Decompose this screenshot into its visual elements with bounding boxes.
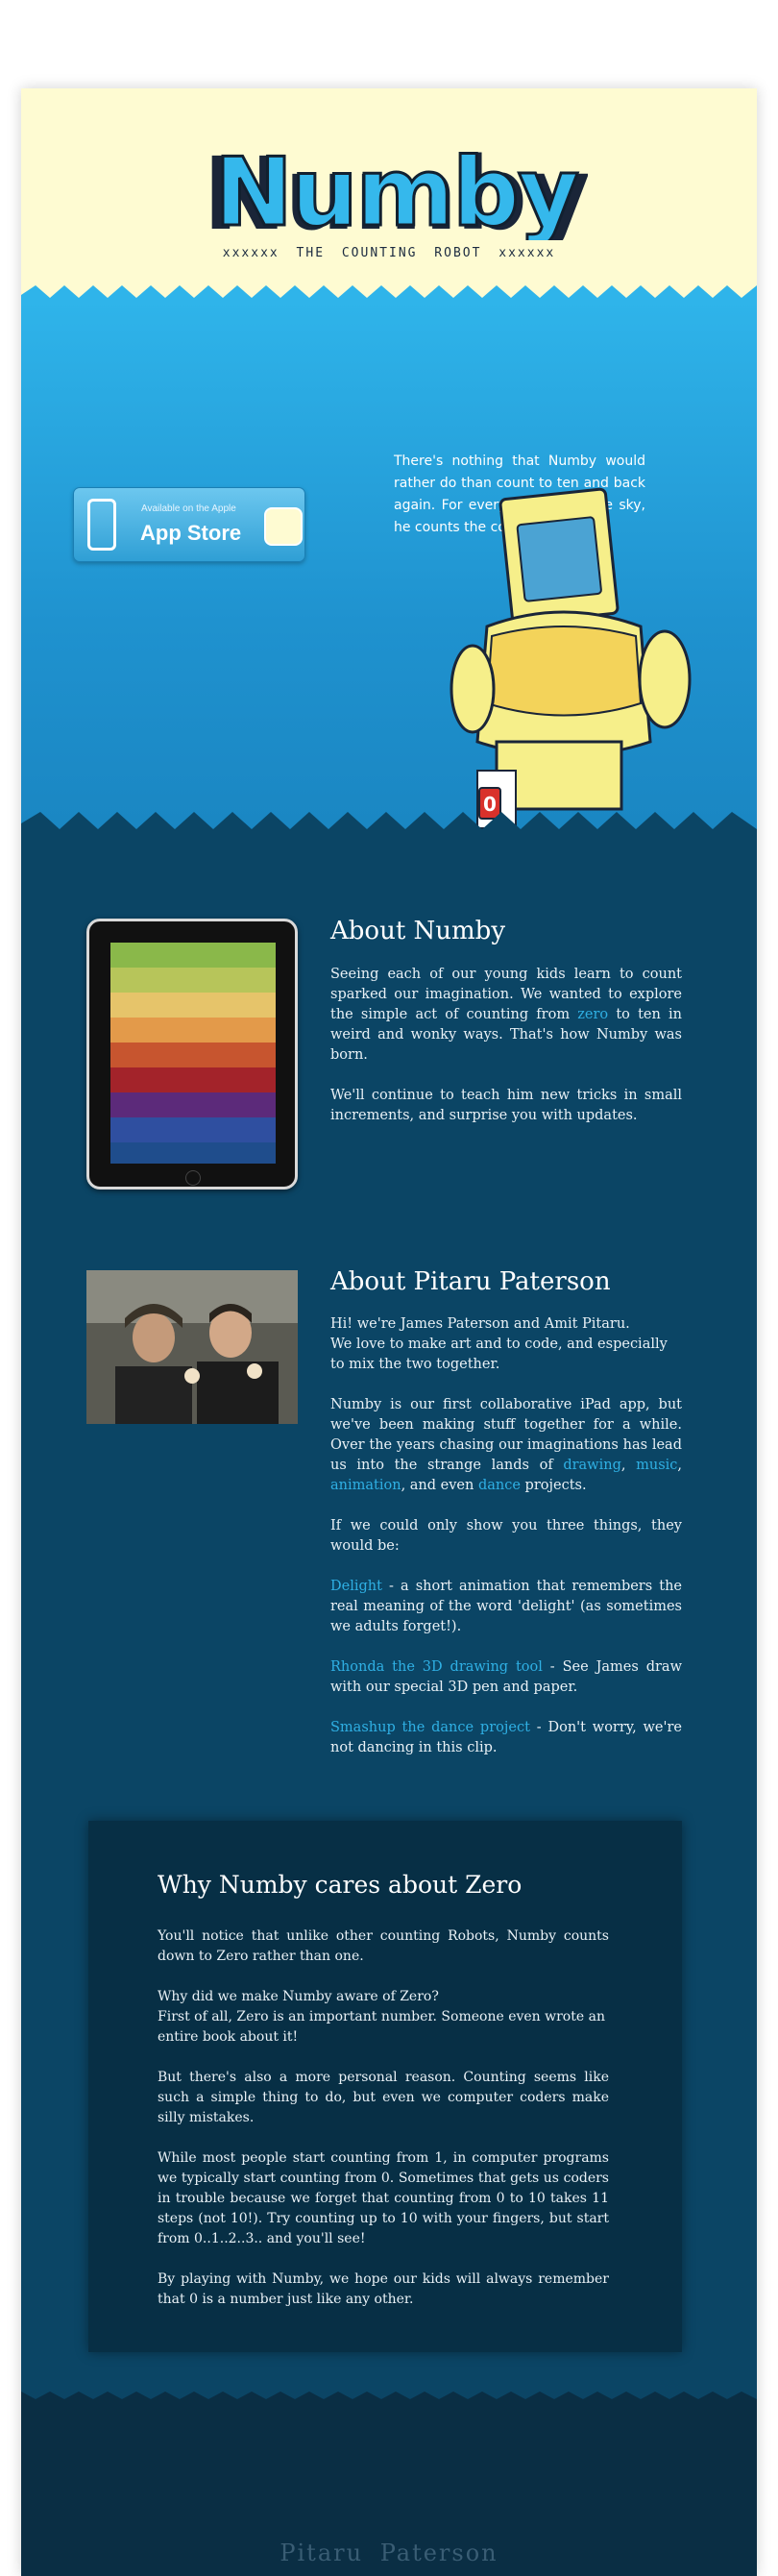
separator: , bbox=[677, 1458, 683, 1473]
photo-placeholder bbox=[86, 1270, 298, 1424]
about-numby-p2: We'll continue to teach him new tricks i… bbox=[330, 1088, 682, 1123]
app-store-label: App Store bbox=[140, 521, 242, 545]
ipad-screenshot bbox=[86, 919, 298, 1190]
about-numby-title: About Numby bbox=[330, 917, 506, 945]
drawing-link[interactable]: drawing bbox=[563, 1458, 621, 1473]
tagline: xxxxxx THE COUNTING ROBOT xxxxxx bbox=[222, 246, 556, 260]
why-zero-title: Why Numby cares about Zero bbox=[158, 1871, 523, 1899]
zigzag-divider-footer bbox=[21, 2380, 757, 2403]
zero-p3: But there's also a more personal reason.… bbox=[158, 2070, 609, 2125]
about-pp-p1a: Hi! we're James Paterson and Amit Pitaru… bbox=[330, 1316, 630, 1332]
about-pp-p1b: We love to make art and to code, and esp… bbox=[330, 1337, 668, 1372]
pitaru-paterson-photo bbox=[86, 1270, 298, 1424]
zigzag-divider-bottom bbox=[21, 812, 757, 839]
footer-text[interactable]: Pitaru Paterson bbox=[21, 2539, 757, 2566]
ipad-screen bbox=[110, 943, 276, 1164]
ipad-home-button bbox=[185, 1170, 201, 1186]
why-zero-text: You'll notice that unlike other counting… bbox=[158, 1926, 609, 2330]
footer: Pitaru Paterson bbox=[21, 2380, 757, 2576]
separator: , bbox=[620, 1458, 637, 1473]
iphone-icon bbox=[87, 499, 116, 551]
main-content: About Numby Seeing each of our young kid… bbox=[21, 838, 757, 2471]
zero-p4: While most people start counting from 1,… bbox=[158, 2150, 609, 2246]
about-pp-text: Hi! we're James Paterson and Amit Pitaru… bbox=[330, 1314, 682, 1779]
header: Numby Numby xxxxxx THE COUNTING ROBOT xx… bbox=[21, 88, 757, 310]
animation-link[interactable]: animation bbox=[330, 1478, 401, 1493]
zero-p2b: First of all, Zero is an important numbe… bbox=[158, 2009, 605, 2045]
smashup-link[interactable]: Smashup the dance project bbox=[330, 1720, 530, 1735]
about-pp-p3: If we could only show you three things, … bbox=[330, 1518, 682, 1554]
rhonda-link[interactable]: Rhonda the 3D drawing tool bbox=[330, 1659, 543, 1675]
zero-p1: You'll notice that unlike other counting… bbox=[158, 1928, 609, 1964]
dance-link[interactable]: dance bbox=[478, 1478, 521, 1493]
numby-robot-illustration: 0 bbox=[450, 487, 692, 829]
delight-link[interactable]: Delight bbox=[330, 1579, 382, 1594]
numby-app-icon bbox=[264, 507, 303, 546]
music-link[interactable]: music bbox=[636, 1458, 677, 1473]
about-pp-p2b: projects. bbox=[520, 1478, 587, 1493]
app-store-button[interactable]: Available on the Apple App Store bbox=[73, 487, 305, 562]
zero-p5: By playing with Numby, we hope our kids … bbox=[158, 2271, 609, 2307]
delight-desc: - a short animation that remembers the r… bbox=[330, 1579, 682, 1634]
zero-link[interactable]: zero bbox=[577, 1007, 608, 1022]
zero-p2a: Why did we make Numby aware of Zero? bbox=[158, 1989, 439, 2004]
hero: There's nothing that Numby would rather … bbox=[21, 300, 757, 839]
numby-logo[interactable]: Numby Numby bbox=[204, 144, 588, 240]
logo-text: Numby bbox=[214, 144, 578, 240]
page: Numby Numby xxxxxx THE COUNTING ROBOT xx… bbox=[21, 88, 757, 2576]
why-zero-box: Why Numby cares about Zero You'll notice… bbox=[88, 1821, 682, 2352]
app-store-small-label: Available on the Apple bbox=[141, 503, 236, 514]
about-pp-title: About Pitaru Paterson bbox=[330, 1267, 611, 1296]
separator: , and even bbox=[401, 1478, 478, 1493]
about-numby-text: Seeing each of our young kids learn to c… bbox=[330, 965, 682, 1146]
